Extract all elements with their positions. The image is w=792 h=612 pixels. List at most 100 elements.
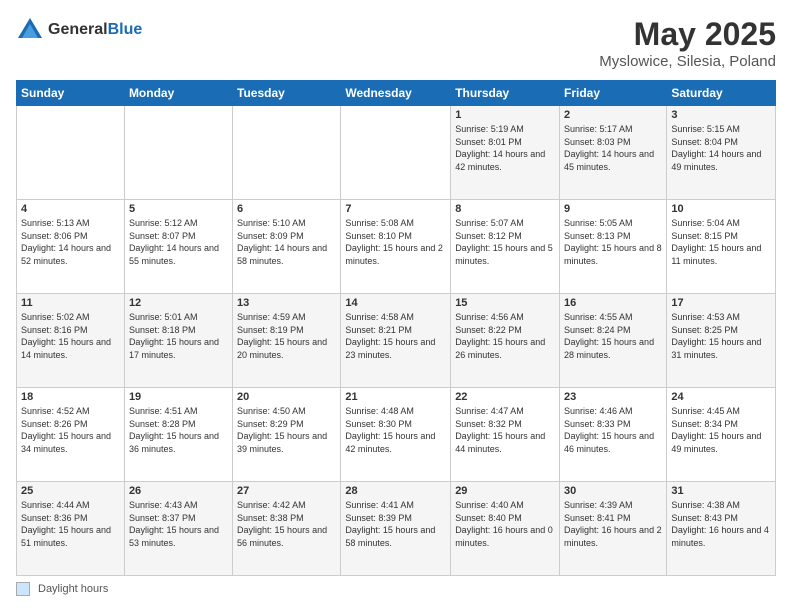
calendar-cell: 30Sunrise: 4:39 AM Sunset: 8:41 PM Dayli… bbox=[560, 482, 667, 576]
calendar-cell: 25Sunrise: 4:44 AM Sunset: 8:36 PM Dayli… bbox=[17, 482, 125, 576]
calendar-cell: 19Sunrise: 4:51 AM Sunset: 8:28 PM Dayli… bbox=[124, 388, 232, 482]
logo-general: General bbox=[48, 21, 108, 38]
day-info: Sunrise: 5:19 AM Sunset: 8:01 PM Dayligh… bbox=[455, 123, 555, 173]
calendar-cell: 26 Sunrise: 4:43 AM Sunset: 8:37 PM Dayli… bbox=[124, 482, 232, 576]
weekday-header: Sunday bbox=[17, 81, 125, 106]
calendar-cell: 23 Sunrise: 4:46 AM Sunset: 8:33 PM Dayli… bbox=[560, 388, 667, 482]
day-info: Sunrise: 5:13 AM Sunset: 8:06 PM Dayligh… bbox=[21, 217, 120, 267]
day-number: 23 bbox=[564, 391, 662, 403]
calendar-cell: 9Sunrise: 5:05 AM Sunset: 8:13 PM Daylig… bbox=[560, 200, 667, 294]
day-info: Sunrise: 5:10 AM Sunset: 8:09 PM Dayligh… bbox=[237, 217, 336, 267]
day-number: 21 bbox=[345, 391, 446, 403]
day-info: Sunrise: 5:15 AM Sunset: 8:04 PM Dayligh… bbox=[671, 123, 771, 173]
day-info: Sunrise: 4:41 AM Sunset: 8:39 PM Dayligh… bbox=[345, 499, 446, 549]
day-info: Sunrise: 4:50 AM Sunset: 8:29 PM Dayligh… bbox=[237, 405, 336, 455]
day-number: 28 bbox=[345, 485, 446, 497]
day-number: 31 bbox=[671, 485, 771, 497]
legend-label: Daylight hours bbox=[38, 583, 108, 595]
calendar-title: May 2025 bbox=[599, 16, 776, 53]
day-number: 22 bbox=[455, 391, 555, 403]
day-info: Sunrise: 4:38 AM Sunset: 8:43 PM Dayligh… bbox=[671, 499, 771, 549]
calendar-cell: 13 Sunrise: 4:59 AM Sunset: 8:19 PM Dayli… bbox=[233, 294, 341, 388]
calendar-cell: 7Sunrise: 5:08 AM Sunset: 8:10 PM Daylig… bbox=[341, 200, 451, 294]
calendar-cell: 12 Sunrise: 5:01 AM Sunset: 8:18 PM Dayli… bbox=[124, 294, 232, 388]
day-number: 13 bbox=[237, 297, 336, 309]
calendar-cell: 5Sunrise: 5:12 AM Sunset: 8:07 PM Daylig… bbox=[124, 200, 232, 294]
logo-blue: Blue bbox=[108, 21, 143, 38]
calendar-cell: 22 Sunrise: 4:47 AM Sunset: 8:32 PM Dayli… bbox=[451, 388, 560, 482]
weekday-header-row: SundayMondayTuesdayWednesdayThursdayFrid… bbox=[17, 81, 776, 106]
calendar-cell bbox=[341, 106, 451, 200]
day-info: Sunrise: 4:47 AM Sunset: 8:32 PM Dayligh… bbox=[455, 405, 555, 455]
calendar-cell: 27Sunrise: 4:42 AM Sunset: 8:38 PM Dayli… bbox=[233, 482, 341, 576]
day-info: Sunrise: 4:59 AM Sunset: 8:19 PM Dayligh… bbox=[237, 311, 336, 361]
calendar-cell bbox=[17, 106, 125, 200]
calendar-cell bbox=[233, 106, 341, 200]
page: GeneralBlue May 2025 Myslowice, Silesia,… bbox=[0, 0, 792, 612]
calendar-subtitle: Myslowice, Silesia, Poland bbox=[599, 53, 776, 70]
day-number: 2 bbox=[564, 109, 662, 121]
weekday-header: Thursday bbox=[451, 81, 560, 106]
calendar-cell: 10 Sunrise: 5:04 AM Sunset: 8:15 PM Dayli… bbox=[667, 200, 776, 294]
day-number: 29 bbox=[455, 485, 555, 497]
calendar-week-row: 25Sunrise: 4:44 AM Sunset: 8:36 PM Dayli… bbox=[17, 482, 776, 576]
day-number: 19 bbox=[129, 391, 228, 403]
day-info: Sunrise: 5:17 AM Sunset: 8:03 PM Dayligh… bbox=[564, 123, 662, 173]
day-info: Sunrise: 5:04 AM Sunset: 8:15 PM Dayligh… bbox=[671, 217, 771, 267]
calendar-cell: 4 Sunrise: 5:13 AM Sunset: 8:06 PM Daylig… bbox=[17, 200, 125, 294]
weekday-header: Friday bbox=[560, 81, 667, 106]
day-number: 8 bbox=[455, 203, 555, 215]
title-block: May 2025 Myslowice, Silesia, Poland bbox=[599, 16, 776, 70]
calendar-cell: 18 Sunrise: 4:52 AM Sunset: 8:26 PM Dayli… bbox=[17, 388, 125, 482]
calendar-cell: 31 Sunrise: 4:38 AM Sunset: 8:43 PM Dayli… bbox=[667, 482, 776, 576]
calendar-cell: 15 Sunrise: 4:56 AM Sunset: 8:22 PM Dayli… bbox=[451, 294, 560, 388]
day-number: 18 bbox=[21, 391, 120, 403]
day-number: 5 bbox=[129, 203, 228, 215]
day-info: Sunrise: 5:07 AM Sunset: 8:12 PM Dayligh… bbox=[455, 217, 555, 267]
day-info: Sunrise: 4:44 AM Sunset: 8:36 PM Dayligh… bbox=[21, 499, 120, 549]
calendar-week-row: 11 Sunrise: 5:02 AM Sunset: 8:16 PM Dayli… bbox=[17, 294, 776, 388]
day-info: Sunrise: 4:55 AM Sunset: 8:24 PM Dayligh… bbox=[564, 311, 662, 361]
calendar-week-row: 4 Sunrise: 5:13 AM Sunset: 8:06 PM Daylig… bbox=[17, 200, 776, 294]
day-info: Sunrise: 5:01 AM Sunset: 8:18 PM Dayligh… bbox=[129, 311, 228, 361]
calendar-cell: 1Sunrise: 5:19 AM Sunset: 8:01 PM Daylig… bbox=[451, 106, 560, 200]
calendar-cell: 8 Sunrise: 5:07 AM Sunset: 8:12 PM Daylig… bbox=[451, 200, 560, 294]
day-number: 27 bbox=[237, 485, 336, 497]
day-info: Sunrise: 4:53 AM Sunset: 8:25 PM Dayligh… bbox=[671, 311, 771, 361]
day-info: Sunrise: 5:08 AM Sunset: 8:10 PM Dayligh… bbox=[345, 217, 446, 267]
legend: Daylight hours bbox=[16, 582, 776, 596]
day-info: Sunrise: 4:48 AM Sunset: 8:30 PM Dayligh… bbox=[345, 405, 446, 455]
calendar-cell: 6Sunrise: 5:10 AM Sunset: 8:09 PM Daylig… bbox=[233, 200, 341, 294]
day-info: Sunrise: 5:02 AM Sunset: 8:16 PM Dayligh… bbox=[21, 311, 120, 361]
calendar-cell: 16 Sunrise: 4:55 AM Sunset: 8:24 PM Dayli… bbox=[560, 294, 667, 388]
calendar-cell: 11 Sunrise: 5:02 AM Sunset: 8:16 PM Dayli… bbox=[17, 294, 125, 388]
day-number: 16 bbox=[564, 297, 662, 309]
weekday-header: Wednesday bbox=[341, 81, 451, 106]
logo-text: GeneralBlue bbox=[48, 21, 142, 39]
day-info: Sunrise: 4:58 AM Sunset: 8:21 PM Dayligh… bbox=[345, 311, 446, 361]
calendar-cell: 3 Sunrise: 5:15 AM Sunset: 8:04 PM Daylig… bbox=[667, 106, 776, 200]
day-number: 12 bbox=[129, 297, 228, 309]
day-number: 10 bbox=[671, 203, 771, 215]
weekday-header: Tuesday bbox=[233, 81, 341, 106]
day-info: Sunrise: 4:46 AM Sunset: 8:33 PM Dayligh… bbox=[564, 405, 662, 455]
day-number: 3 bbox=[671, 109, 771, 121]
day-number: 17 bbox=[671, 297, 771, 309]
day-info: Sunrise: 4:40 AM Sunset: 8:40 PM Dayligh… bbox=[455, 499, 555, 549]
calendar-week-row: 18 Sunrise: 4:52 AM Sunset: 8:26 PM Dayli… bbox=[17, 388, 776, 482]
calendar-cell: 24Sunrise: 4:45 AM Sunset: 8:34 PM Dayli… bbox=[667, 388, 776, 482]
day-info: Sunrise: 4:52 AM Sunset: 8:26 PM Dayligh… bbox=[21, 405, 120, 455]
day-number: 4 bbox=[21, 203, 120, 215]
logo-icon bbox=[16, 16, 44, 44]
calendar-cell: 28 Sunrise: 4:41 AM Sunset: 8:39 PM Dayli… bbox=[341, 482, 451, 576]
day-info: Sunrise: 4:45 AM Sunset: 8:34 PM Dayligh… bbox=[671, 405, 771, 455]
day-info: Sunrise: 4:56 AM Sunset: 8:22 PM Dayligh… bbox=[455, 311, 555, 361]
calendar-week-row: 1Sunrise: 5:19 AM Sunset: 8:01 PM Daylig… bbox=[17, 106, 776, 200]
day-info: Sunrise: 4:43 AM Sunset: 8:37 PM Dayligh… bbox=[129, 499, 228, 549]
weekday-header: Monday bbox=[124, 81, 232, 106]
day-number: 15 bbox=[455, 297, 555, 309]
calendar-table: SundayMondayTuesdayWednesdayThursdayFrid… bbox=[16, 80, 776, 576]
day-number: 11 bbox=[21, 297, 120, 309]
day-number: 30 bbox=[564, 485, 662, 497]
day-number: 26 bbox=[129, 485, 228, 497]
